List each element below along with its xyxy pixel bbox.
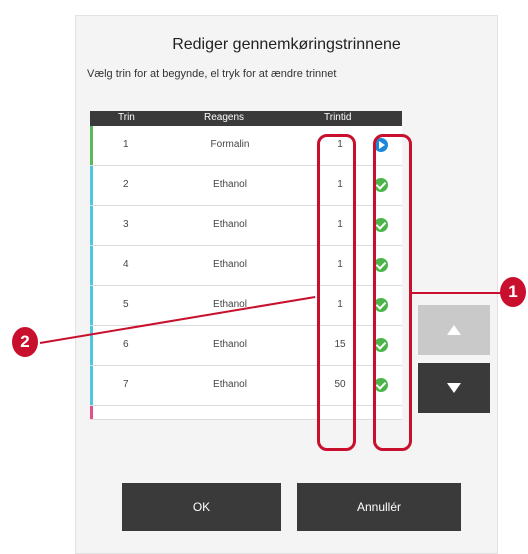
reagent-color-bar xyxy=(90,406,93,419)
step-number: 3 xyxy=(123,219,129,230)
reagent-color-bar xyxy=(90,206,93,245)
reagent-name: Ethanol xyxy=(213,219,247,230)
step-number: 1 xyxy=(123,139,129,150)
reagent-name: Ethanol xyxy=(213,259,247,270)
arrow-down-icon xyxy=(447,383,461,393)
scroll-down-button[interactable] xyxy=(418,363,490,413)
reagent-color-bar xyxy=(90,126,93,165)
step-number: 5 xyxy=(123,299,129,310)
header-step: Trin xyxy=(118,112,135,123)
callout-marker-1: 1 xyxy=(500,277,526,307)
cancel-button[interactable]: Annullér xyxy=(297,483,461,531)
callout-marker-2: 2 xyxy=(12,327,38,357)
reagent-color-bar xyxy=(90,246,93,285)
table-header: Trin Reagens Trintid xyxy=(90,111,402,126)
header-reagent: Reagens xyxy=(204,112,245,123)
step-number: 6 xyxy=(123,339,129,350)
time-column-highlight xyxy=(317,134,356,451)
dialog-title: Rediger gennemkøringstrinnene xyxy=(172,36,401,53)
ok-button[interactable]: OK xyxy=(122,483,281,531)
reagent-name: Ethanol xyxy=(213,379,247,390)
arrow-up-icon xyxy=(447,325,461,335)
callout-1-line xyxy=(412,292,502,294)
scroll-up-button[interactable] xyxy=(418,305,490,355)
step-number: 2 xyxy=(123,179,129,190)
reagent-name: Ethanol xyxy=(213,339,247,350)
reagent-color-bar xyxy=(90,286,93,325)
reagent-name: Formalin xyxy=(210,139,250,150)
header-time: Trintid xyxy=(324,112,352,123)
reagent-color-bar xyxy=(90,326,93,365)
edit-run-steps-dialog: Rediger gennemkøringstrinnene Vælg trin … xyxy=(75,15,498,554)
reagent-color-bar xyxy=(90,366,93,405)
reagent-name: Ethanol xyxy=(213,179,247,190)
step-number: 7 xyxy=(123,379,129,390)
status-column-highlight xyxy=(373,134,412,451)
reagent-color-bar xyxy=(90,166,93,205)
dialog-subtitle: Vælg trin for at begynde, el tryk for at… xyxy=(87,68,337,80)
step-number: 4 xyxy=(123,259,129,270)
